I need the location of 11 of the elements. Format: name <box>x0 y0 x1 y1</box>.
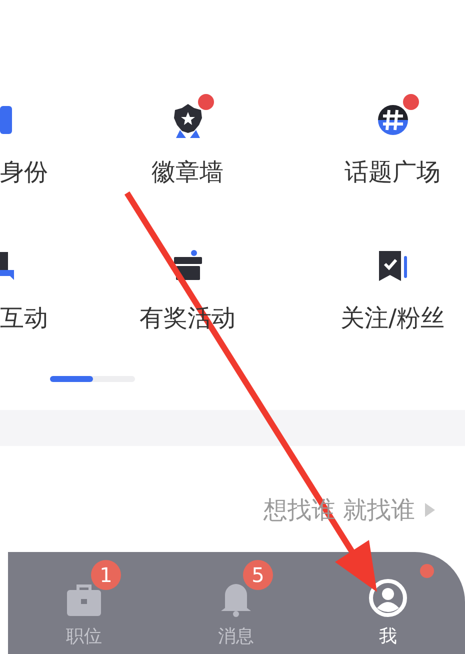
grid-item-label[interactable]: 关注/粉丝 <box>340 304 445 332</box>
play-icon <box>425 503 435 517</box>
grid-item-label[interactable]: 身份 <box>0 158 48 186</box>
briefcase-icon <box>65 582 103 618</box>
tab-bar-item[interactable]: 我 <box>312 552 464 654</box>
count-badge: 1 <box>91 560 121 590</box>
profile-icon <box>368 578 408 618</box>
count-badge: 5 <box>243 560 273 590</box>
grid-item-label[interactable]: 话题广场 <box>344 158 440 186</box>
grid-item-label[interactable]: 徽章墙 <box>152 158 224 186</box>
grid-item-label[interactable]: 互动 <box>0 304 48 332</box>
